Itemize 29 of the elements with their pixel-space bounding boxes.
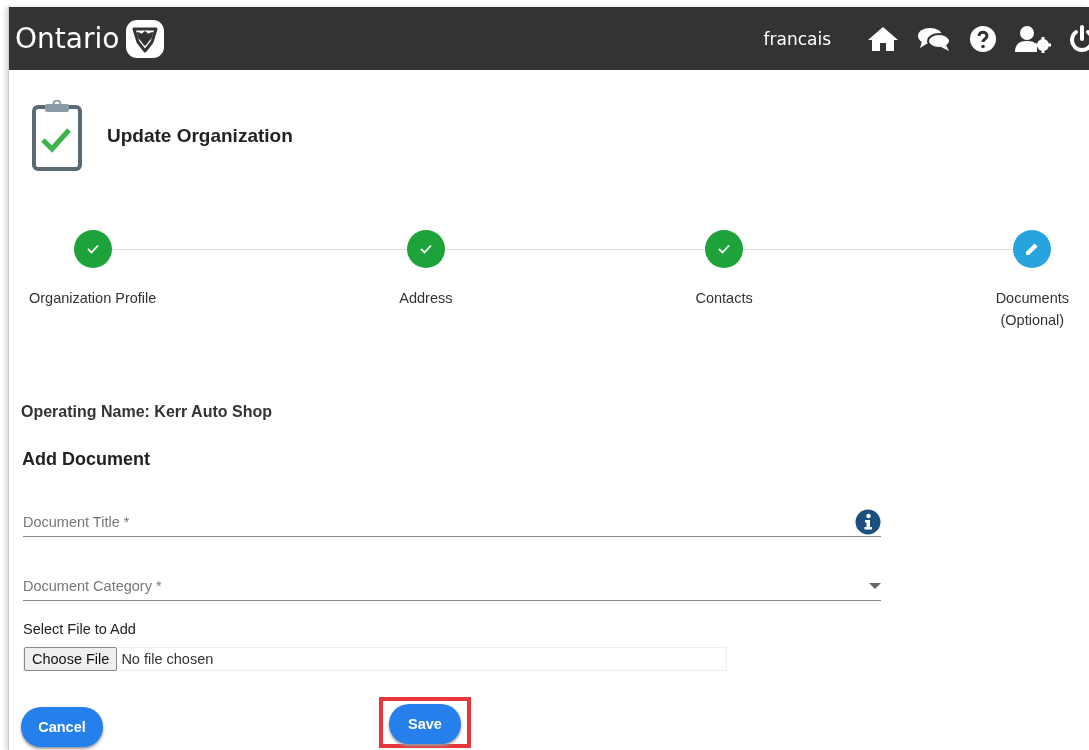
file-label: Select File to Add bbox=[23, 621, 137, 637]
save-button[interactable]: Save bbox=[389, 704, 461, 744]
clipboard-check-icon bbox=[31, 100, 83, 172]
logo-text: Ontario bbox=[15, 22, 120, 55]
language-link[interactable]: francais bbox=[763, 28, 831, 49]
step-label: Organization Profile bbox=[29, 289, 157, 308]
page-title: Update Organization bbox=[107, 125, 293, 147]
pencil-icon bbox=[1025, 242, 1040, 256]
check-icon bbox=[419, 244, 432, 254]
step-label: Contacts bbox=[695, 289, 753, 308]
step-label: Documents (Optional) bbox=[995, 289, 1069, 330]
category-dropdown[interactable]: Document Category * bbox=[23, 578, 869, 594]
check-icon bbox=[86, 244, 99, 254]
step-label: Address bbox=[399, 289, 453, 308]
check-icon bbox=[718, 244, 731, 254]
info-icon[interactable] bbox=[855, 509, 881, 535]
operating-name-text: Operating Name: Kerr Auto Shop bbox=[21, 403, 273, 421]
caret-icon bbox=[869, 582, 881, 590]
title-input-field[interactable]: Document Title * bbox=[23, 514, 855, 530]
chat-icon[interactable] bbox=[917, 25, 951, 52]
choose-file-button[interactable]: Choose File bbox=[24, 647, 118, 671]
help-icon[interactable] bbox=[969, 24, 997, 53]
cancel-button[interactable]: Cancel bbox=[21, 706, 103, 747]
section-title: Add Document bbox=[22, 449, 151, 470]
user-settings-icon[interactable] bbox=[1015, 24, 1051, 53]
power-icon[interactable] bbox=[1069, 24, 1089, 53]
file-status-text: No file chosen bbox=[121, 651, 214, 667]
home-icon[interactable] bbox=[867, 25, 899, 52]
file-input-field[interactable]: Choose File No file chosen bbox=[23, 647, 727, 671]
